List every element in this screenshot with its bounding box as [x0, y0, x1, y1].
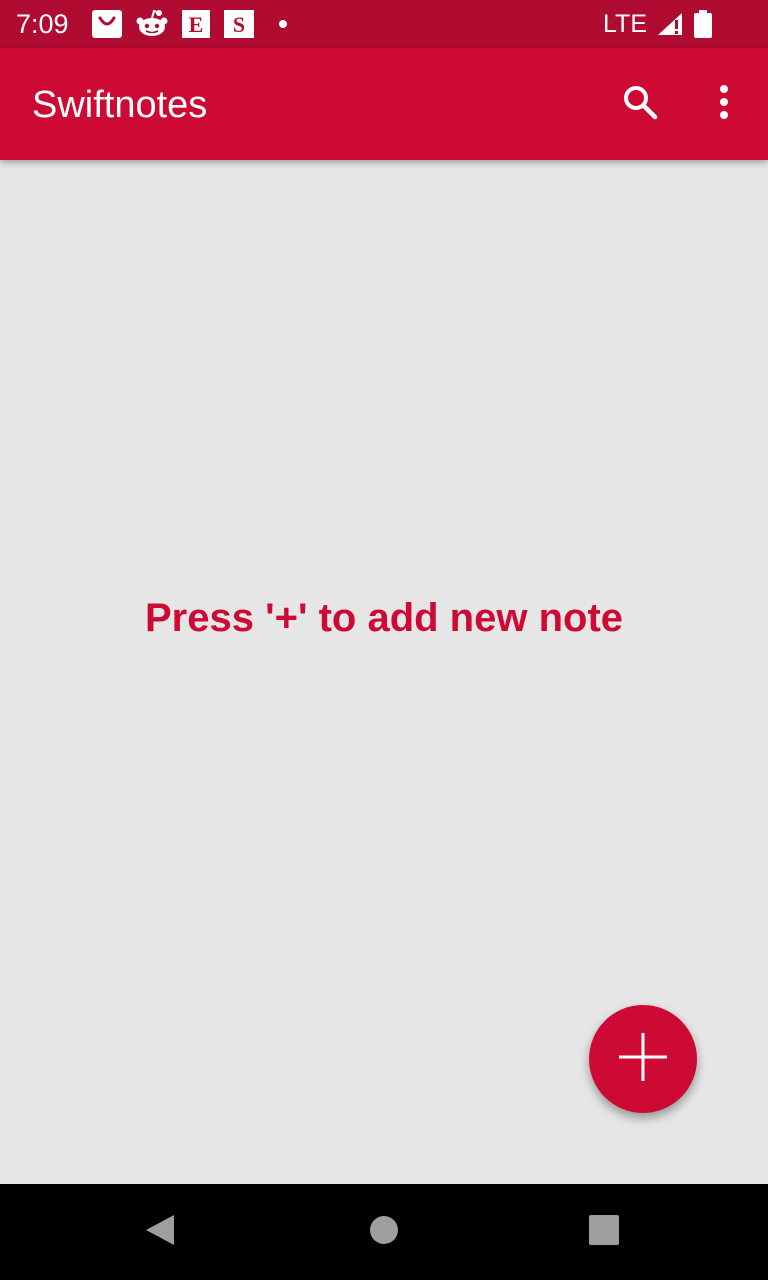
back-icon	[144, 1213, 176, 1252]
search-button[interactable]	[612, 76, 668, 132]
overflow-menu-button[interactable]	[700, 76, 748, 132]
signal-icon	[656, 11, 684, 42]
square-s-icon: S	[224, 10, 254, 43]
navigation-bar	[0, 1184, 768, 1280]
more-notifications-dot-icon	[279, 20, 287, 28]
battery-icon	[694, 10, 712, 43]
search-icon	[622, 84, 658, 125]
add-note-button[interactable]	[589, 1005, 697, 1113]
shopping-bag-icon	[92, 10, 122, 43]
status-bar: 7:09 E S LTE	[0, 0, 768, 48]
reddit-icon	[136, 9, 168, 42]
status-time: 7:09	[16, 9, 69, 39]
empty-state-message: Press '+' to add new note	[144, 596, 624, 640]
home-icon	[368, 1214, 400, 1251]
screen: 7:09 E S LTE Swiftnotes Press '+' to add…	[0, 0, 768, 1280]
back-button[interactable]	[128, 1200, 192, 1264]
home-button[interactable]	[352, 1200, 416, 1264]
etsy-icon: E	[182, 10, 210, 43]
svg-text:E: E	[189, 12, 204, 37]
app-bar: Swiftnotes	[0, 48, 768, 160]
overflow-menu-icon	[719, 84, 729, 125]
network-type-label: LTE	[603, 10, 647, 38]
app-title: Swiftnotes	[32, 84, 208, 126]
recents-icon	[588, 1214, 620, 1251]
recents-button[interactable]	[572, 1200, 636, 1264]
svg-text:S: S	[233, 12, 245, 37]
plus-icon	[617, 1031, 669, 1088]
